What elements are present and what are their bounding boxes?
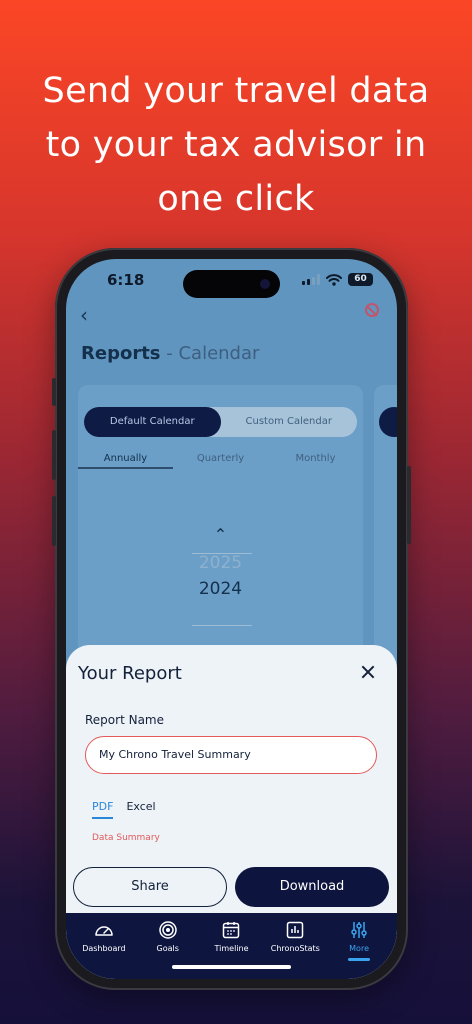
year-option[interactable]: 2025 [78, 553, 363, 573]
wifi-icon [326, 273, 342, 286]
report-name-input[interactable]: My Chrono Travel Summary [85, 736, 377, 774]
sheet-title: Your Report [78, 663, 182, 684]
status-icons: 60 [302, 273, 373, 286]
tab-annually[interactable]: Annually [78, 453, 173, 469]
nav-more[interactable]: More [327, 913, 391, 979]
nav-chronostats[interactable]: ChronoStats [263, 913, 327, 979]
close-icon[interactable] [359, 663, 377, 681]
back-icon[interactable]: ‹ [80, 303, 88, 327]
tab-quarterly[interactable]: Quarterly [173, 453, 268, 469]
volume-down-button [52, 496, 56, 546]
secondary-card-toggle[interactable] [379, 407, 397, 437]
tab-excel[interactable]: Excel [126, 800, 155, 819]
nav-label: More [349, 944, 369, 953]
custom-calendar-option[interactable]: Custom Calendar [221, 407, 358, 437]
dynamic-island [183, 270, 280, 298]
nav-label: ChronoStats [270, 944, 320, 953]
bottom-nav: Dashboard Goals Timeline ChronoStats Mor… [66, 913, 397, 979]
signal-icon [302, 274, 320, 285]
nav-dashboard[interactable]: Dashboard [72, 913, 136, 979]
headline: Send your travel data to your tax adviso… [0, 64, 472, 226]
tab-monthly[interactable]: Monthly [268, 453, 363, 469]
status-time: 6:18 [107, 271, 145, 289]
picker-divider [192, 625, 252, 626]
nav-goals[interactable]: Goals [136, 913, 200, 979]
target-icon [158, 921, 177, 939]
phone-frame: ‹ Reports - Calendar Default Calendar Cu… [52, 248, 411, 990]
download-button[interactable]: Download [235, 867, 389, 907]
camera-icon [260, 279, 270, 289]
nav-label: Goals [156, 944, 179, 953]
page-title-main: Reports [81, 343, 161, 364]
headline-line-1: Send your travel data [42, 71, 430, 111]
chevron-up-icon[interactable]: ⌃ [78, 525, 363, 544]
year-selected[interactable]: 2024 [78, 579, 363, 599]
default-calendar-option[interactable]: Default Calendar [84, 407, 221, 437]
no-share-icon[interactable] [365, 303, 379, 317]
battery-icon: 60 [348, 273, 373, 286]
chart-icon [287, 921, 304, 939]
nav-label: Dashboard [82, 944, 126, 953]
format-tabs: PDF Excel [92, 800, 156, 819]
page-title-sub: Calendar [178, 343, 260, 364]
power-button [407, 466, 411, 544]
headline-line-2: to your tax advisor in [45, 125, 427, 165]
page-title-sep: - [160, 343, 179, 364]
share-button[interactable]: Share [73, 867, 227, 907]
phone-screen: ‹ Reports - Calendar Default Calendar Cu… [66, 259, 397, 979]
calendar-type-toggle: Default Calendar Custom Calendar [84, 407, 357, 437]
period-tabs: Annually Quarterly Monthly [78, 453, 363, 469]
sliders-icon [351, 922, 367, 938]
home-indicator[interactable] [172, 965, 291, 969]
calendar-icon [223, 922, 240, 939]
data-summary-label: Data Summary [92, 833, 160, 843]
page-title: Reports - Calendar [81, 343, 259, 364]
tab-pdf[interactable]: PDF [92, 800, 114, 819]
gauge-icon [95, 926, 113, 936]
headline-line-3: one click [157, 179, 315, 219]
active-indicator [348, 958, 371, 961]
nav-timeline[interactable]: Timeline [200, 913, 264, 979]
volume-up-button [52, 430, 56, 480]
mute-switch [52, 378, 56, 406]
report-name-label: Report Name [85, 713, 164, 727]
nav-label: Timeline [214, 944, 249, 953]
